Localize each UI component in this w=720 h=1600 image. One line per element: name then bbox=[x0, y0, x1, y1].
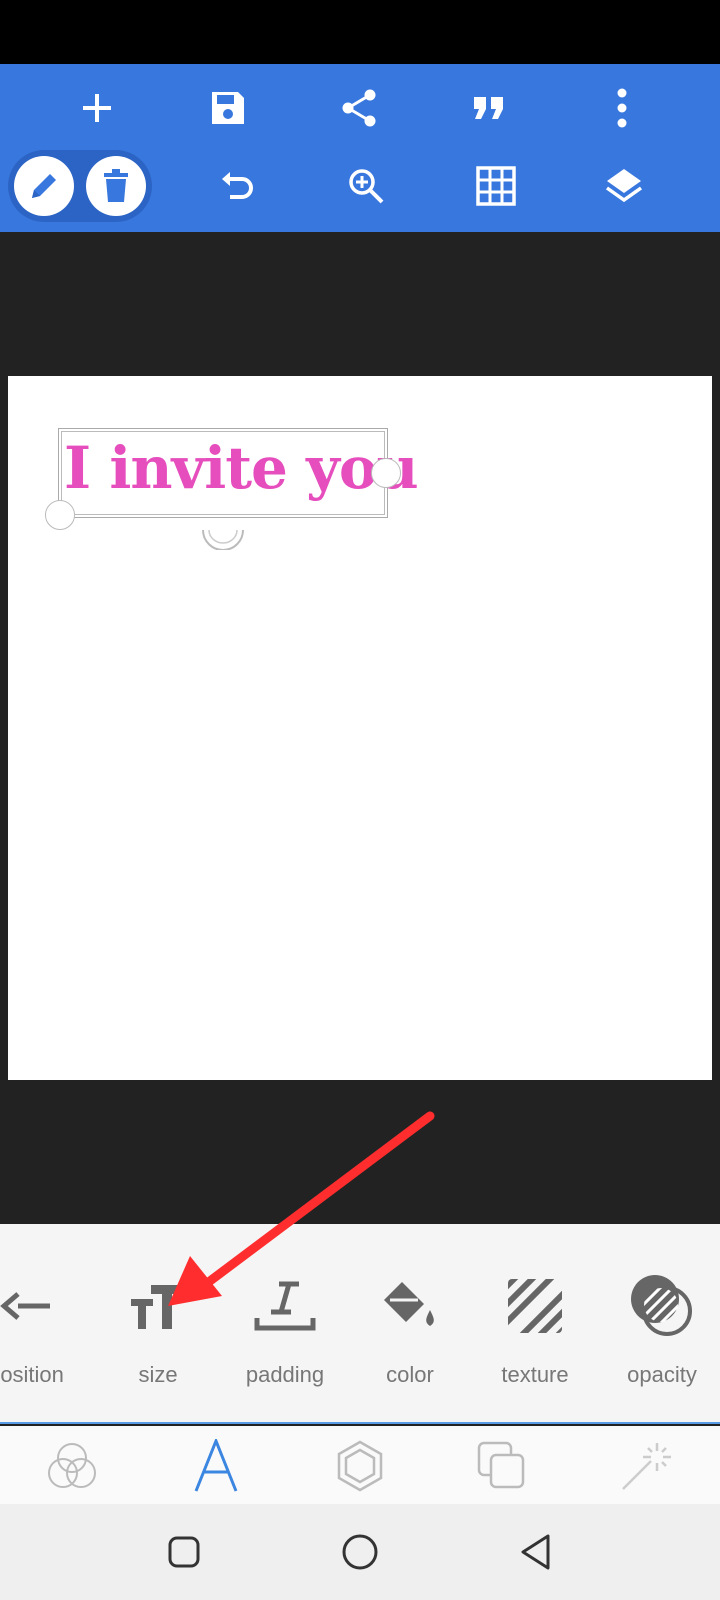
more-vert-icon[interactable] bbox=[594, 80, 650, 136]
text-size-icon bbox=[129, 1270, 187, 1342]
prop-label: position bbox=[0, 1362, 64, 1387]
canvas-text[interactable]: I invite you bbox=[64, 434, 419, 502]
prop-label: size bbox=[138, 1362, 178, 1387]
save-icon[interactable] bbox=[200, 80, 256, 136]
grid-icon[interactable] bbox=[468, 158, 524, 214]
opacity-option[interactable]: opacity bbox=[602, 1270, 720, 1390]
magic-wand-icon[interactable] bbox=[606, 1436, 686, 1496]
prop-label: texture bbox=[501, 1362, 569, 1387]
paint-bucket-icon bbox=[380, 1270, 440, 1342]
padding-icon bbox=[253, 1270, 317, 1342]
prop-label: opacity bbox=[627, 1362, 697, 1387]
texture-stripes-icon bbox=[506, 1270, 564, 1342]
blend-icon[interactable] bbox=[32, 1436, 112, 1496]
resize-handle-right[interactable] bbox=[371, 458, 401, 488]
add-icon[interactable] bbox=[69, 80, 125, 136]
layers-icon[interactable] bbox=[596, 158, 652, 214]
position-option[interactable]: position bbox=[0, 1270, 86, 1390]
shape-icon[interactable] bbox=[320, 1436, 400, 1496]
home-icon[interactable] bbox=[338, 1530, 382, 1574]
size-option[interactable]: size bbox=[98, 1270, 218, 1390]
duplicate-icon[interactable] bbox=[462, 1436, 542, 1496]
opacity-icon bbox=[627, 1270, 697, 1342]
share-icon[interactable] bbox=[331, 80, 387, 136]
back-icon[interactable] bbox=[514, 1530, 558, 1574]
position-arrow-icon bbox=[0, 1270, 54, 1342]
prop-label: color bbox=[386, 1362, 434, 1387]
color-option[interactable]: color bbox=[350, 1270, 470, 1390]
rotate-handle[interactable] bbox=[201, 526, 245, 550]
status-bar bbox=[0, 0, 720, 64]
resize-handle-left[interactable] bbox=[45, 500, 75, 530]
zoom-in-icon[interactable] bbox=[338, 158, 394, 214]
undo-icon[interactable] bbox=[210, 158, 266, 214]
quote-icon[interactable] bbox=[461, 80, 517, 136]
recent-apps-icon[interactable] bbox=[162, 1530, 206, 1574]
texture-option[interactable]: texture bbox=[475, 1270, 595, 1390]
prop-label: padding bbox=[245, 1362, 325, 1387]
pencil-icon[interactable] bbox=[14, 156, 74, 216]
text-tab-icon[interactable] bbox=[176, 1436, 256, 1496]
trash-icon[interactable] bbox=[86, 156, 146, 216]
padding-option[interactable]: padding bbox=[225, 1270, 345, 1390]
